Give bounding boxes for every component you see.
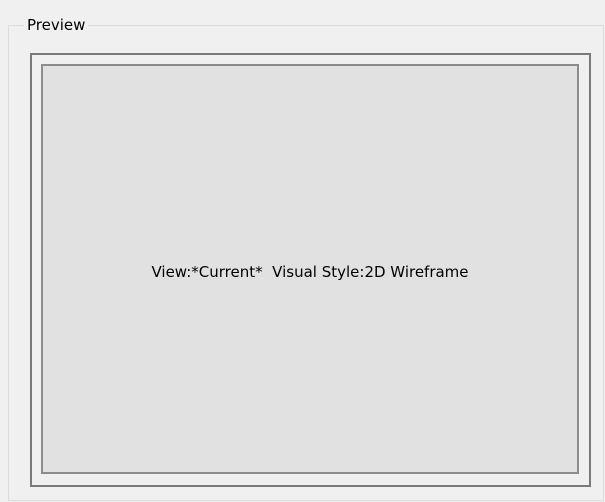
preview-caption: View:*Current* Visual Style:2D Wireframe <box>151 263 469 281</box>
preview-groupbox-title: Preview <box>24 16 89 34</box>
preview-pane: View:*Current* Visual Style:2D Wireframe <box>41 64 579 474</box>
